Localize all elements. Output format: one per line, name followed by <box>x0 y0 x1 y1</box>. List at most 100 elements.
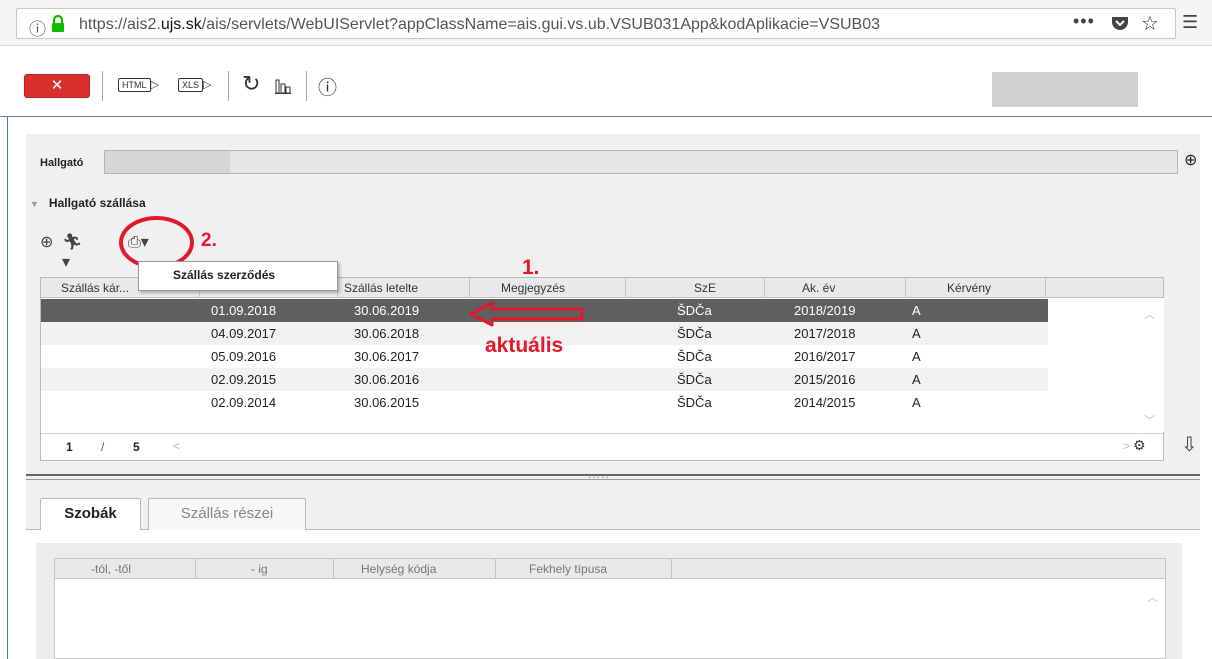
export-html-icon[interactable]: HTML ▷ <box>118 78 159 92</box>
scroll-right-icon[interactable]: > <box>1123 439 1130 453</box>
column-divider <box>671 559 672 579</box>
scroll-left-icon[interactable]: < <box>173 439 180 453</box>
annotation-arrow <box>469 301 584 327</box>
column-divider <box>333 559 334 579</box>
grid-icon[interactable] <box>275 78 291 94</box>
bookmark-star-icon[interactable]: ☆ <box>1141 11 1159 36</box>
section-title: Hallgató szállása <box>48 196 146 210</box>
rooms-table-wrapper: -tól, -től - ig Helység kódja Fekhely tí… <box>36 543 1182 659</box>
cell-request: A <box>912 349 921 364</box>
chevron-down-icon[interactable]: ﹀ <box>1144 412 1155 428</box>
cell-year: 2018/2019 <box>794 303 856 318</box>
column-header[interactable]: SzE <box>694 281 716 295</box>
cell-sze: ŠDČa <box>677 372 712 387</box>
gear-icon[interactable]: ⚙ <box>1133 437 1146 454</box>
table-row[interactable]: 02.09.2014 30.06.2015 ŠDČa 2014/2015 A <box>41 391 1048 414</box>
column-header[interactable]: Szállás kár... <box>61 281 129 295</box>
column-header[interactable]: -tól, -től <box>91 562 131 576</box>
section-header[interactable]: ▼ Hallgató szállása <box>30 196 146 210</box>
cell-to: 30.06.2018 <box>354 326 420 341</box>
toolbar-divider <box>306 71 307 101</box>
annotation-step-2: 2. <box>201 230 217 251</box>
cell-sze: ŠDČa <box>677 303 712 318</box>
tab-accommodation-parts[interactable]: Szállás részei <box>148 498 306 530</box>
address-bar[interactable]: ⓘ https://ais2.ujs.sk/ais/servlets/WebUI… <box>16 8 1176 39</box>
user-box <box>992 72 1138 107</box>
cell-to: 30.06.2016 <box>354 372 420 387</box>
browser-toolbar: ⓘ https://ais2.ujs.sk/ais/servlets/WebUI… <box>0 0 1212 46</box>
student-field-value <box>105 151 230 173</box>
cell-request: A <box>912 372 921 387</box>
column-divider <box>495 559 496 579</box>
url-text[interactable]: https://ais2.ujs.sk/ais/servlets/WebUISe… <box>79 16 1039 34</box>
column-divider <box>905 278 906 298</box>
column-header[interactable]: Fekhely típusa <box>529 562 607 576</box>
html-label: HTML <box>118 78 151 92</box>
cell-year: 2017/2018 <box>794 326 856 341</box>
frame-border <box>7 117 8 659</box>
cell-from: 02.09.2015 <box>211 372 277 387</box>
refresh-icon[interactable]: ↻ <box>242 71 260 97</box>
column-header[interactable]: - ig <box>251 562 268 576</box>
cell-from: 04.09.2017 <box>211 326 277 341</box>
export-xls-icon[interactable]: XLS ▷ <box>178 78 211 92</box>
rooms-table-header: -tól, -től - ig Helység kódja Fekhely tí… <box>55 559 1165 579</box>
menu-item-contract[interactable]: Szállás szerződés <box>173 268 275 282</box>
column-header[interactable]: Szállás letelte <box>344 281 418 295</box>
info-icon[interactable]: ⓘ <box>29 15 46 40</box>
student-label: Hallgató <box>40 157 84 169</box>
cell-sze: ŠDČa <box>677 326 712 341</box>
splitter-grip[interactable]: ····· <box>588 472 610 483</box>
app-toolbar: ✕ HTML ▷ XLS ▷ ↻ ⓘ <box>0 47 1212 117</box>
chevron-up-icon[interactable]: ︿ <box>1147 589 1158 605</box>
info-icon[interactable]: ⓘ <box>318 73 337 100</box>
rooms-table: -tól, -től - ig Helység kódja Fekhely tí… <box>54 558 1166 659</box>
cell-sze: ŠDČa <box>677 395 712 410</box>
column-divider <box>1045 278 1046 298</box>
student-field[interactable] <box>104 150 1178 174</box>
chevron-up-icon[interactable]: ︿ <box>1144 306 1155 322</box>
toolbar-divider <box>228 71 229 101</box>
cell-to: 30.06.2019 <box>354 303 420 318</box>
cell-sze: ŠDČa <box>677 349 712 364</box>
cell-to: 30.06.2015 <box>354 395 420 410</box>
column-divider <box>195 559 196 579</box>
column-header[interactable]: Helység kódja <box>361 562 436 576</box>
column-header[interactable]: Megjegyzés <box>501 281 565 295</box>
pocket-icon[interactable] <box>1111 15 1129 31</box>
collapse-icon[interactable]: ▼ <box>30 199 39 209</box>
toolbar-divider <box>102 71 103 101</box>
xls-label: XLS <box>178 78 204 92</box>
cell-year: 2014/2015 <box>794 395 856 410</box>
column-header[interactable]: Kérvény <box>947 281 991 295</box>
cell-from: 05.09.2016 <box>211 349 277 364</box>
table-footer: 1 / 5 < > ⚙ <box>41 433 1163 460</box>
table-row[interactable]: 02.09.2015 30.06.2016 ŠDČa 2015/2016 A <box>41 368 1048 391</box>
zoom-in-icon[interactable]: ⊕ <box>40 232 53 252</box>
cell-request: A <box>912 395 921 410</box>
page-current: 1 <box>66 440 73 454</box>
annotation-current: aktuális <box>485 334 564 357</box>
column-divider <box>469 278 470 298</box>
zoom-in-icon[interactable]: ⊕ <box>1184 150 1197 170</box>
menu-icon[interactable]: ☰ <box>1182 12 1198 33</box>
action-runner-icon[interactable]: 🏃︎▾ <box>62 232 82 272</box>
tab-rooms[interactable]: Szobák <box>40 498 141 530</box>
column-header[interactable]: Ak. év <box>802 281 835 295</box>
lock-icon <box>52 15 64 32</box>
page-actions-icon[interactable]: ••• <box>1073 11 1095 32</box>
close-button[interactable]: ✕ <box>24 74 90 98</box>
column-divider <box>764 278 765 298</box>
accommodation-table: Szállás kár... Szállás letelte Megjegyzé… <box>40 277 1164 461</box>
cell-to: 30.06.2017 <box>354 349 420 364</box>
print-menu: Szállás szerződés <box>138 261 338 291</box>
panel-splitter[interactable]: ····· <box>26 472 1200 483</box>
vertical-scrollbar[interactable]: ︿ ﹀ <box>1134 298 1164 432</box>
cell-year: 2015/2016 <box>794 372 856 387</box>
column-divider <box>625 278 626 298</box>
page-separator: / <box>101 440 105 454</box>
cell-from: 02.09.2014 <box>211 395 277 410</box>
cell-request: A <box>912 326 921 341</box>
cell-year: 2016/2017 <box>794 349 856 364</box>
download-arrow-icon[interactable]: ⇩ <box>1181 432 1198 457</box>
